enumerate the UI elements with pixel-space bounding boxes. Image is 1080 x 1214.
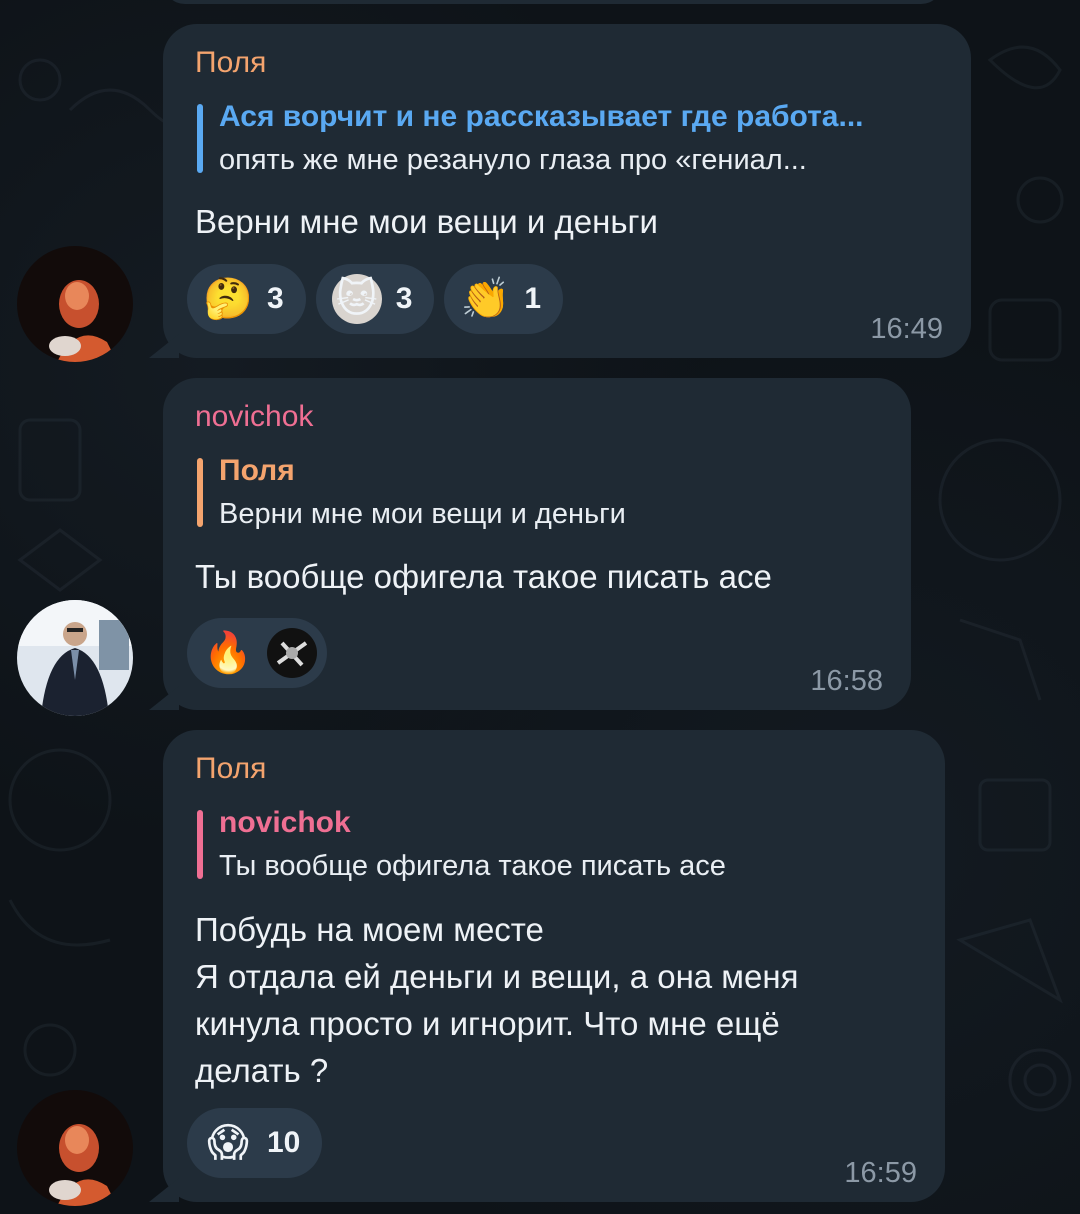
sender-name[interactable]: Поля	[195, 46, 266, 80]
message-text: Верни мне мои вещи и деньги	[195, 203, 658, 240]
reply-bar	[197, 810, 203, 879]
avatar-polya[interactable]	[17, 246, 133, 362]
message-bubble[interactable]: Поля Ася ворчит и не рассказывает где ра…	[149, 24, 971, 358]
bubble-tail	[149, 686, 179, 710]
reply-author: Ася ворчит и не рассказывает где работа.…	[219, 100, 864, 133]
reaction-count: 10	[267, 1126, 301, 1159]
reaction-thinking[interactable]: 🤔 3	[187, 264, 306, 334]
message-bubble[interactable]: novichok Поля Верни мне мои вещи и деньг…	[149, 378, 911, 710]
message-time: 16:58	[810, 665, 883, 697]
reply-text: Ты вообще офигела такое писать асе	[219, 850, 726, 882]
message-line: Я отдала ей деньги и вещи, а она меня	[195, 958, 799, 995]
reaction-count: 3	[267, 282, 284, 315]
sender-name[interactable]: novichok	[195, 400, 313, 434]
previous-message-bubble	[163, 0, 943, 4]
reply-quote[interactable]: Ася ворчит и не рассказывает где работа.…	[197, 100, 864, 177]
reply-text: опять же мне резануло глаза про «гениал.…	[219, 144, 807, 176]
screaming-face-icon: 😱	[207, 1121, 249, 1165]
message-time: 16:59	[844, 1157, 917, 1189]
reaction-scream[interactable]: 😱 10	[187, 1108, 323, 1178]
reaction-count: 3	[395, 282, 413, 315]
message-bubble[interactable]: Поля novichok Ты вообще офигела такое пи…	[149, 730, 945, 1202]
fire-icon: 🔥	[203, 631, 253, 675]
reaction-cat[interactable]: 🐱 3	[315, 264, 435, 334]
reply-bar	[197, 104, 203, 173]
reply-text: Верни мне мои вещи и деньги	[219, 498, 626, 530]
message-line: Побудь на моем месте	[195, 911, 544, 948]
reaction-fire[interactable]: 🔥	[187, 618, 327, 688]
reactions-row: 😱 10	[187, 1108, 323, 1178]
message-text: Побудь на моем месте Я отдала ей деньги …	[195, 906, 798, 1094]
message-line: делать ?	[195, 1052, 329, 1089]
thinking-face-icon: 🤔	[203, 277, 253, 321]
reply-quote[interactable]: Поля Верни мне мои вещи и деньги	[197, 454, 626, 531]
reply-quote[interactable]: novichok Ты вообще офигела такое писать …	[197, 806, 726, 883]
sender-name[interactable]: Поля	[195, 752, 266, 786]
bubble-tail	[149, 1178, 179, 1202]
reaction-clap[interactable]: 👏 1	[444, 264, 564, 334]
clapping-hands-icon: 👏	[460, 277, 511, 321]
reactions-row: 🔥	[187, 618, 327, 688]
message-time: 16:49	[870, 313, 943, 345]
custom-sticker-icon	[267, 628, 317, 678]
reply-author: Поля	[219, 454, 295, 487]
reaction-count: 1	[524, 282, 542, 315]
avatar-polya[interactable]	[17, 1090, 133, 1206]
chat-view[interactable]: Поля Ася ворчит и не рассказывает где ра…	[0, 0, 1080, 1214]
cat-sticker-icon: 🐱	[331, 274, 382, 324]
message-text: Ты вообще офигела такое писать асе	[195, 558, 772, 595]
reply-author: novichok	[219, 806, 351, 839]
reactions-row: 🤔 3 🐱 3 👏 1	[187, 264, 564, 334]
reply-bar	[197, 458, 203, 527]
message-line: кинула просто и игнорит. Что мне ещё	[195, 1005, 780, 1042]
avatar-novichok[interactable]	[17, 600, 133, 716]
bubble-tail	[149, 334, 179, 358]
